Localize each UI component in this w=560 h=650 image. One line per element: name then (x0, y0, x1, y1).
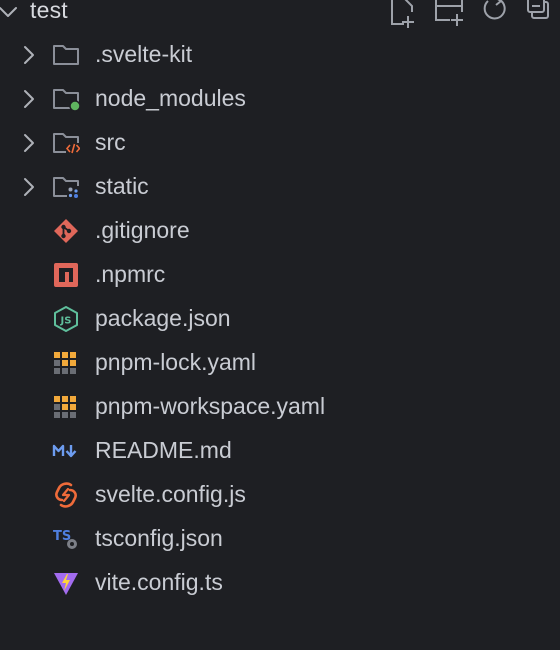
folder-static-icon (53, 177, 80, 199)
svg-text:JS: JS (60, 316, 72, 327)
chevron-right-icon[interactable] (18, 44, 40, 66)
tree-item-gitignore[interactable]: .gitignore (0, 209, 560, 253)
folder-node-icon (53, 89, 80, 112)
tree-item-label: node_modules (95, 85, 246, 111)
tree-item-label: svelte.config.js (95, 481, 246, 507)
tree-item-static[interactable]: static (0, 165, 560, 209)
svelte-icon (55, 482, 77, 508)
nodejs-icon: JS (54, 306, 78, 332)
folder-src-icon (53, 133, 80, 154)
file-tree: .svelte-kit node_modules src static .git… (0, 33, 560, 605)
tree-item-src[interactable]: src (0, 121, 560, 165)
tree-item-svelte-config[interactable]: svelte.config.js (0, 473, 560, 517)
collapse-all-icon[interactable] (526, 0, 560, 30)
chevron-right-icon[interactable] (18, 132, 40, 154)
tree-item-svelte-kit[interactable]: .svelte-kit (0, 33, 560, 77)
tree-item-pnpm-lock[interactable]: pnpm-lock.yaml (0, 341, 560, 385)
explorer-title: test (30, 0, 68, 23)
tree-item-label: README.md (95, 437, 232, 463)
chevron-down-icon[interactable] (0, 0, 20, 24)
tree-item-label: package.json (95, 305, 231, 331)
folder-icon (53, 45, 79, 65)
tree-item-label: pnpm-lock.yaml (95, 349, 257, 375)
pnpm-icon (54, 352, 76, 374)
tsconfig-icon: TS (53, 529, 77, 549)
pnpm-icon (54, 396, 76, 418)
explorer-header[interactable]: test (0, 0, 560, 32)
npm-icon (54, 263, 78, 287)
tree-item-tsconfig[interactable]: TS tsconfig.json (0, 517, 560, 561)
tree-item-node-modules[interactable]: node_modules (0, 77, 560, 121)
tree-item-label: static (95, 173, 149, 199)
vite-icon (54, 573, 78, 595)
tree-item-label: vite.config.ts (95, 569, 223, 595)
tree-item-label: pnpm-workspace.yaml (95, 393, 326, 419)
file-explorer: test .svelte-kit node_modules src static… (0, 0, 560, 650)
tree-item-vite-config[interactable]: vite.config.ts (0, 561, 560, 605)
tree-item-package-json[interactable]: JS package.json (0, 297, 560, 341)
new-folder-icon[interactable] (432, 0, 466, 30)
tree-item-label: tsconfig.json (95, 525, 223, 551)
chevron-right-icon[interactable] (18, 88, 40, 110)
git-icon (54, 219, 78, 243)
tree-item-label: .gitignore (95, 217, 190, 243)
tree-item-label: src (95, 129, 126, 155)
tree-item-npmrc[interactable]: .npmrc (0, 253, 560, 297)
tree-item-label: .svelte-kit (95, 41, 193, 67)
tree-item-readme[interactable]: README.md (0, 429, 560, 473)
new-file-icon[interactable] (386, 0, 420, 30)
tree-item-label: .npmrc (95, 261, 166, 287)
markdown-icon (52, 444, 77, 458)
tree-item-pnpm-workspace[interactable]: pnpm-workspace.yaml (0, 385, 560, 429)
chevron-right-icon[interactable] (18, 176, 40, 198)
refresh-icon[interactable] (478, 0, 512, 30)
